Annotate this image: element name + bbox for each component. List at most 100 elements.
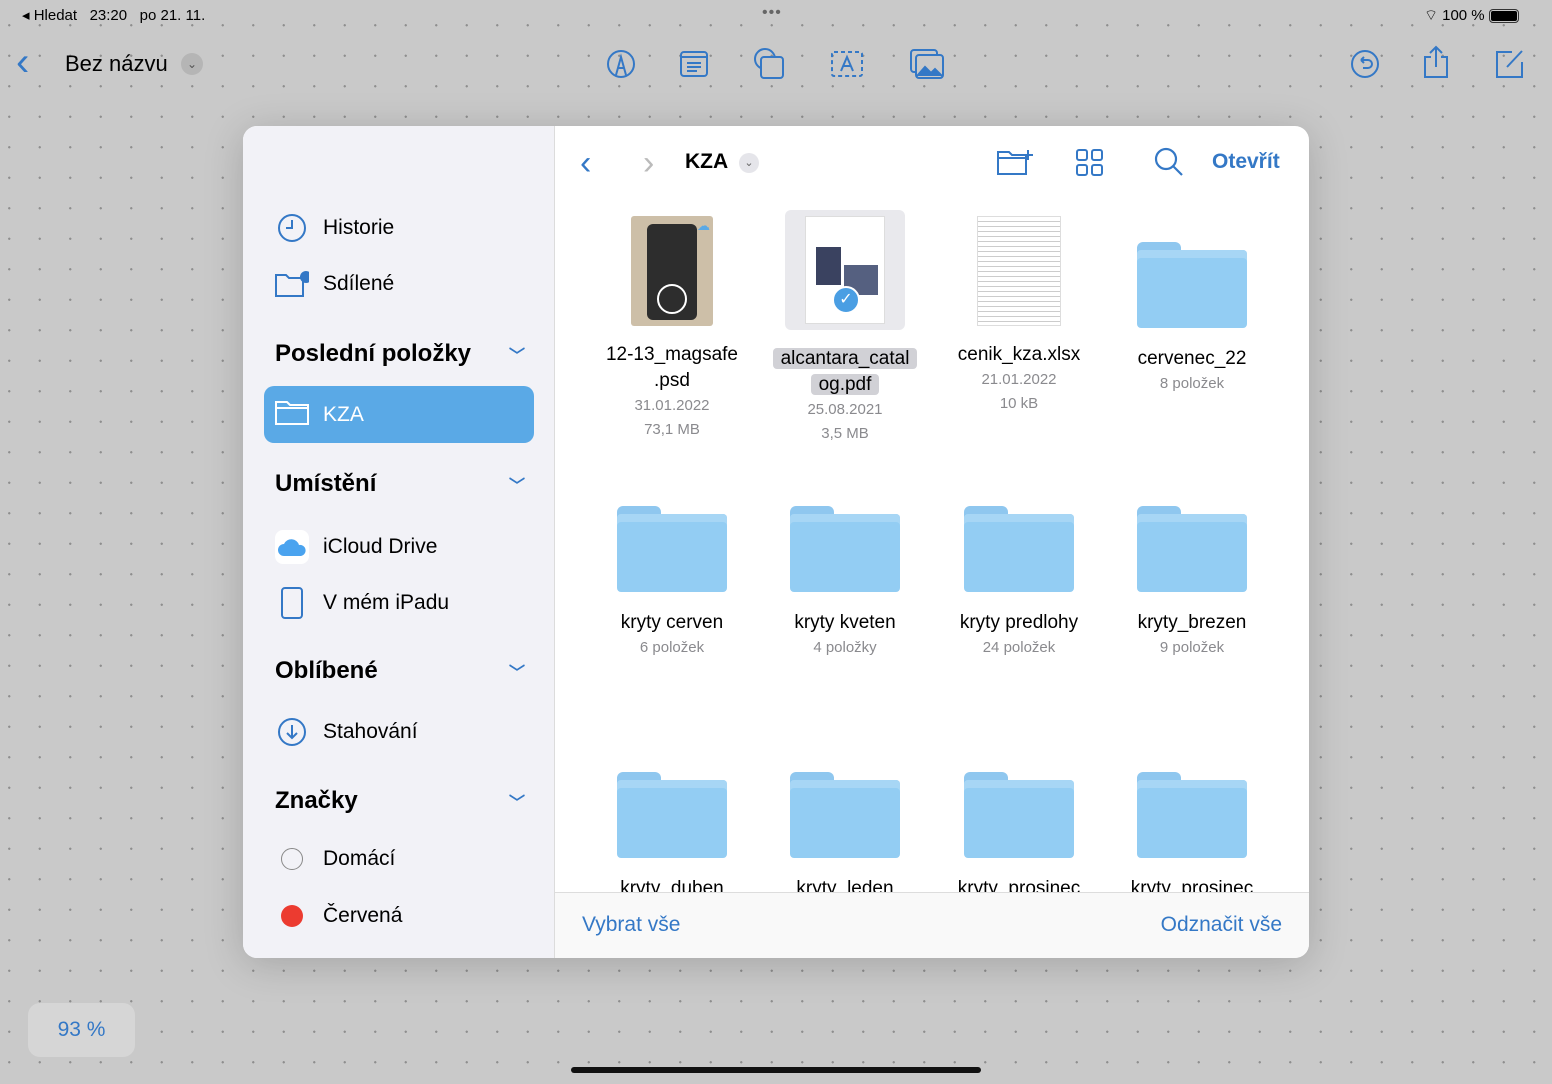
sidebar-item-stahovani[interactable]: Stahování	[275, 717, 418, 747]
file-name: cervenec_22	[1137, 348, 1247, 369]
text-icon[interactable]	[830, 50, 864, 78]
chevron-down-icon[interactable]: ﹀	[509, 789, 525, 813]
file-item[interactable]: cervenec_22 8 položek	[1107, 214, 1277, 396]
sidebar-item-sdilene[interactable]: Sdílené	[275, 270, 394, 298]
file-name: kryty_brezen	[1137, 612, 1247, 633]
label: Sdílené	[323, 272, 395, 295]
share-icon[interactable]	[1422, 45, 1450, 79]
sidebar-item-icloud[interactable]: iCloud Drive	[275, 530, 437, 564]
status-right: ⌔ 100 %	[1424, 6, 1519, 25]
file-meta: 21.01.2022	[981, 371, 1057, 388]
new-folder-icon[interactable]	[997, 148, 1035, 176]
undo-icon[interactable]	[1350, 49, 1380, 79]
multitask-dots[interactable]: •••	[762, 4, 782, 22]
compose-icon[interactable]	[1494, 48, 1526, 80]
wifi-icon: ⌔	[1424, 7, 1439, 24]
open-button[interactable]: Otevřít	[1212, 150, 1280, 174]
search-icon[interactable]	[1154, 147, 1184, 177]
folder-icon	[275, 399, 309, 431]
file-meta: 9 položek	[1159, 639, 1225, 656]
folder-menu-chevron-icon[interactable]: ⌄	[739, 153, 759, 173]
file-item[interactable]: kryty_duben	[587, 772, 757, 902]
back-label: ◂ Hledat	[22, 7, 78, 24]
pen-icon[interactable]	[606, 49, 636, 79]
file-item[interactable]: kryty_leden	[760, 772, 930, 902]
section-znacky[interactable]: Značky ﹀	[275, 787, 525, 815]
xlsx-thumbnail	[977, 216, 1061, 326]
sidebar-item-kza[interactable]: KZA	[264, 386, 534, 443]
file-name: kryty kveten	[794, 612, 896, 633]
folder-icon	[964, 772, 1074, 860]
label: Stahování	[323, 720, 418, 743]
file-name: kryty cerven	[620, 612, 724, 633]
text-box-icon[interactable]	[680, 50, 708, 78]
folder-icon	[1137, 506, 1247, 594]
file-size: 10 kB	[999, 395, 1039, 412]
title-menu-chevron-icon[interactable]: ⌄	[181, 53, 203, 75]
section-title: Umístění	[275, 470, 377, 497]
label: Červená	[323, 904, 403, 927]
sidebar-item-cervena[interactable]: Červená	[275, 904, 402, 928]
sidebar: Historie Sdílené Poslední položky ﹀ KZA U…	[243, 126, 555, 958]
file-item[interactable]: kryty kveten 4 položky	[760, 506, 930, 660]
chevron-down-icon[interactable]: ﹀	[509, 472, 525, 496]
media-icon[interactable]	[909, 48, 945, 80]
current-folder-title[interactable]: KZA	[685, 150, 728, 174]
battery-label: 100 %	[1442, 7, 1485, 24]
grid-view-icon[interactable]	[1076, 149, 1104, 177]
file-meta: 8 položek	[1159, 375, 1225, 392]
sidebar-item-historie[interactable]: Historie	[275, 213, 394, 243]
label: V mém iPadu	[323, 591, 450, 614]
file-name: alcantara_catal og.pdf	[760, 346, 930, 398]
deselect-all-button[interactable]: Odznačit vše	[1161, 913, 1282, 937]
label: iCloud Drive	[323, 535, 438, 558]
nav-forward-button[interactable]: ›	[643, 144, 654, 183]
clock-icon	[275, 213, 309, 243]
chevron-down-icon[interactable]: ﹀	[509, 659, 525, 683]
section-oblibene[interactable]: Oblíbené ﹀	[275, 657, 525, 685]
file-item[interactable]: ☁ 12-13_magsafe .psd 31.01.2022 73,1 MB	[587, 214, 757, 442]
file-meta: 6 položek	[639, 639, 705, 656]
psd-thumbnail: ☁	[631, 216, 713, 326]
file-meta: 31.01.2022	[634, 397, 710, 414]
file-item[interactable]: ✓ alcantara_catal og.pdf 25.08.2021 3,5 MB	[760, 210, 930, 446]
nav-back-button[interactable]: ‹	[580, 144, 591, 183]
file-item[interactable]: kryty cerven 6 položek	[587, 506, 757, 660]
section-umisteni[interactable]: Umístění ﹀	[275, 470, 525, 498]
file-item[interactable]: kryty_brezen 9 položek	[1107, 506, 1277, 660]
tag-empty-icon	[275, 848, 309, 870]
select-all-button[interactable]: Vybrat vše	[582, 913, 680, 937]
file-item[interactable]: kryty predlohy 24 položek	[934, 506, 1104, 660]
section-posledni[interactable]: Poslední položky ﹀	[275, 340, 525, 368]
folder-icon	[617, 506, 727, 594]
pdf-thumbnail: ✓	[785, 210, 905, 330]
file-picker-dialog: Historie Sdílené Poslední položky ﹀ KZA U…	[243, 126, 1309, 958]
file-item[interactable]: kryty_prosinec	[1107, 772, 1277, 902]
folder-icon	[790, 506, 900, 594]
file-name: 12-13_magsafe .psd	[605, 344, 739, 391]
shapes-icon[interactable]	[753, 47, 785, 79]
file-size: 3,5 MB	[821, 425, 869, 442]
file-name: cenik_kza.xlsx	[957, 344, 1081, 365]
status-back[interactable]: ◂ Hledat 23:20 po 21. 11.	[22, 6, 205, 24]
sidebar-item-domaci[interactable]: Domácí	[275, 847, 395, 871]
folder-icon	[790, 772, 900, 860]
folder-icon	[964, 506, 1074, 594]
zoom-level-button[interactable]: 93 %	[28, 1003, 135, 1057]
chevron-down-icon[interactable]: ﹀	[509, 342, 525, 366]
file-item[interactable]: kryty_prosinec	[934, 772, 1104, 902]
document-title[interactable]: Bez názvu	[65, 51, 168, 77]
folder-icon	[617, 772, 727, 860]
section-title: Značky	[275, 787, 358, 814]
back-button[interactable]: ‹	[16, 40, 29, 85]
file-name: kryty predlohy	[959, 612, 1079, 633]
folder-icon	[1137, 772, 1247, 860]
download-icon	[275, 717, 309, 747]
sidebar-item-ipad[interactable]: V mém iPadu	[275, 587, 449, 619]
date: po 21. 11.	[139, 7, 206, 24]
ipad-icon	[275, 587, 309, 619]
icloud-icon	[275, 530, 309, 564]
file-item[interactable]: cenik_kza.xlsx 21.01.2022 10 kB	[934, 214, 1104, 416]
checkmark-icon: ✓	[832, 286, 860, 314]
label: Domácí	[323, 847, 396, 870]
